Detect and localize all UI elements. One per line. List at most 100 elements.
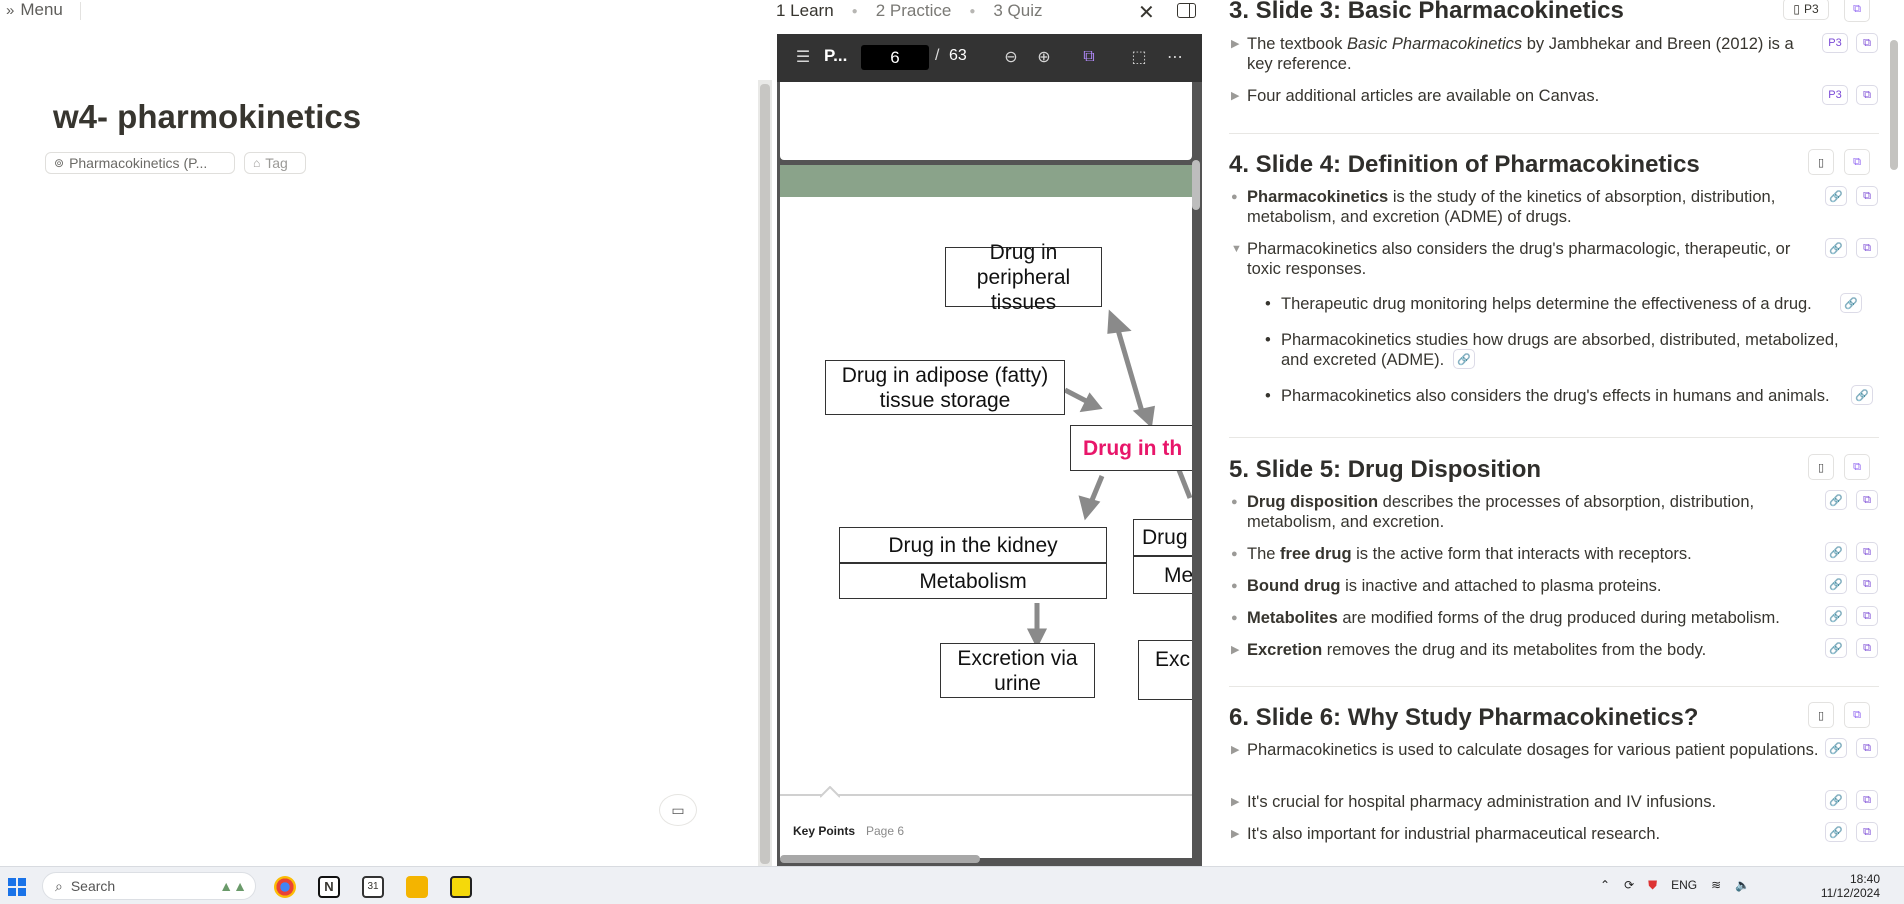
toggle-right-icon[interactable]: ▶ <box>1231 792 1239 812</box>
page-title[interactable]: w4- pharmokinetics <box>53 98 361 136</box>
tag-chip[interactable]: ⌂ Tag <box>244 152 306 174</box>
bullet-bold: Excretion <box>1247 641 1323 659</box>
bullet-dot-icon: ● <box>1231 580 1238 592</box>
page-ref-button[interactable]: P3 <box>1822 85 1848 105</box>
comment-button[interactable]: ▭ <box>659 794 697 826</box>
link-button[interactable]: 🔗 <box>1851 385 1873 405</box>
add-to-notes-icon[interactable]: ⧉ <box>1078 46 1100 68</box>
chrome-app-icon[interactable] <box>274 876 296 898</box>
taskbar-search[interactable]: ⌕ Search ▲▲ <box>42 872 256 900</box>
link-button[interactable]: 🔗 <box>1825 606 1847 626</box>
bullet-text: is inactive and attached to plasma prote… <box>1340 577 1662 595</box>
windows-start-icon[interactable] <box>8 878 26 896</box>
tag-icon: ⌂ <box>253 156 261 170</box>
tab-quiz[interactable]: 3 Quiz <box>993 1 1042 21</box>
page-ref-button[interactable]: P3 <box>1822 33 1848 53</box>
volume-icon[interactable]: 🔈 <box>1735 878 1750 892</box>
select-area-icon[interactable]: ⬚ <box>1128 46 1150 68</box>
tab-learn[interactable]: 1 Learn <box>776 1 834 21</box>
copy-bullet-button[interactable]: ⧉ <box>1856 822 1878 842</box>
comment-icon: ▭ <box>671 801 685 818</box>
copy-bullet-button[interactable]: ⧉ <box>1856 606 1878 626</box>
bullet-text: It's also important for industrial pharm… <box>1247 825 1661 843</box>
page-number-input[interactable] <box>861 45 929 70</box>
copy-bullet-button[interactable]: ⧉ <box>1856 238 1878 258</box>
pdf-vertical-scrollbar[interactable] <box>1192 160 1200 210</box>
search-icon: ⌕ <box>55 877 63 894</box>
link-button[interactable]: 🔗 <box>1840 293 1862 313</box>
page-separator: / <box>935 47 940 64</box>
close-icon[interactable]: ✕ <box>1138 0 1155 25</box>
source-button[interactable]: ▯ <box>1808 454 1834 480</box>
tab-practice[interactable]: 2 Practice <box>876 1 952 21</box>
zoom-out-icon[interactable]: ⊖ <box>1000 46 1022 68</box>
source-button[interactable]: ▯ <box>1808 702 1834 728</box>
copy-bullet-button[interactable]: ⧉ <box>1856 33 1878 53</box>
bullet-dot-icon: ● <box>1231 548 1238 560</box>
link-button[interactable]: 🔗 <box>1453 349 1475 369</box>
copy-section-button[interactable]: ⧉ <box>1844 149 1870 175</box>
calendar-app-icon[interactable]: 31 <box>362 876 384 898</box>
menu-button[interactable]: » Menu <box>6 0 81 20</box>
copy-section-button[interactable]: ⧉ <box>1844 0 1870 22</box>
toggle-right-icon[interactable]: ▶ <box>1231 740 1239 760</box>
box-drug-in-blood: Drug in th <box>1070 425 1192 471</box>
sync-icon[interactable]: ⟳ <box>1624 878 1634 892</box>
link-button[interactable]: 🔗 <box>1825 238 1847 258</box>
source-page-button[interactable]: ▯ P3 <box>1783 0 1829 20</box>
source-chip[interactable]: ⊚ Pharmacokinetics (P... <box>45 152 235 174</box>
section-title: 4. Slide 4: Definition of Pharmacokineti… <box>1229 151 1700 178</box>
copy-bullet-button[interactable]: ⧉ <box>1856 638 1878 658</box>
toggle-down-icon[interactable]: ▼ <box>1231 239 1242 259</box>
pdf-page-current: Drug in peripheral tissues Drug in adipo… <box>780 165 1192 858</box>
sticky-notes-app-icon[interactable] <box>450 876 472 898</box>
clock-date: 11/12/2024 <box>1820 886 1880 900</box>
security-icon[interactable]: ⛊ <box>1648 878 1657 893</box>
link-button[interactable]: 🔗 <box>1825 186 1847 206</box>
clock[interactable]: 18:40 11/12/2024 <box>1810 872 1880 900</box>
sidebar-toggle-icon[interactable] <box>1177 3 1196 18</box>
toggle-right-icon[interactable]: ▶ <box>1231 640 1239 660</box>
podcast-icon: ⊚ <box>54 156 65 170</box>
left-scrollbar-thumb[interactable] <box>760 84 770 864</box>
file-explorer-icon[interactable] <box>406 876 428 898</box>
link-button[interactable]: 🔗 <box>1825 738 1847 758</box>
link-button[interactable]: 🔗 <box>1825 490 1847 510</box>
link-button[interactable]: 🔗 <box>1825 822 1847 842</box>
sub-list-item: • Therapeutic drug monitoring helps dete… <box>1265 294 1855 314</box>
link-icon: 🔗 <box>1829 642 1843 655</box>
copy-section-button[interactable]: ⧉ <box>1844 702 1870 728</box>
outline-icon[interactable]: ☰ <box>792 46 814 68</box>
notes-scrollbar[interactable] <box>1890 40 1898 170</box>
section-divider <box>1229 686 1879 687</box>
copy-section-button[interactable]: ⧉ <box>1844 454 1870 480</box>
link-button[interactable]: 🔗 <box>1825 574 1847 594</box>
copy-icon: ⧉ <box>1853 460 1861 473</box>
toggle-right-icon[interactable]: ▶ <box>1231 86 1239 106</box>
copy-bullet-button[interactable]: ⧉ <box>1856 85 1878 105</box>
copy-bullet-button[interactable]: ⧉ <box>1856 738 1878 758</box>
bullet-dot-icon: • <box>1265 331 1271 349</box>
copy-icon: ⧉ <box>1863 793 1871 806</box>
link-button[interactable]: 🔗 <box>1825 542 1847 562</box>
pdf-horizontal-scrollbar[interactable] <box>780 855 980 863</box>
chevron-up-icon[interactable]: ⌃ <box>1600 878 1610 892</box>
language-indicator[interactable]: ENG <box>1671 878 1697 892</box>
more-icon[interactable]: ⋯ <box>1164 46 1186 68</box>
copy-bullet-button[interactable]: ⧉ <box>1856 542 1878 562</box>
copy-icon: ⧉ <box>1863 741 1871 754</box>
copy-bullet-button[interactable]: ⧉ <box>1856 790 1878 810</box>
zoom-in-icon[interactable]: ⊕ <box>1033 46 1055 68</box>
source-button[interactable]: ▯ <box>1808 149 1834 175</box>
toggle-right-icon[interactable]: ▶ <box>1231 824 1239 844</box>
copy-bullet-button[interactable]: ⧉ <box>1856 574 1878 594</box>
notion-app-icon[interactable]: N <box>318 876 340 898</box>
link-button[interactable]: 🔗 <box>1825 638 1847 658</box>
box-drug-liver-partial: Drug <box>1133 519 1192 556</box>
book-icon: ▯ <box>1817 709 1825 722</box>
toggle-right-icon[interactable]: ▶ <box>1231 34 1239 54</box>
wifi-icon[interactable]: ≋ <box>1711 878 1721 892</box>
link-button[interactable]: 🔗 <box>1825 790 1847 810</box>
copy-bullet-button[interactable]: ⧉ <box>1856 186 1878 206</box>
copy-bullet-button[interactable]: ⧉ <box>1856 490 1878 510</box>
